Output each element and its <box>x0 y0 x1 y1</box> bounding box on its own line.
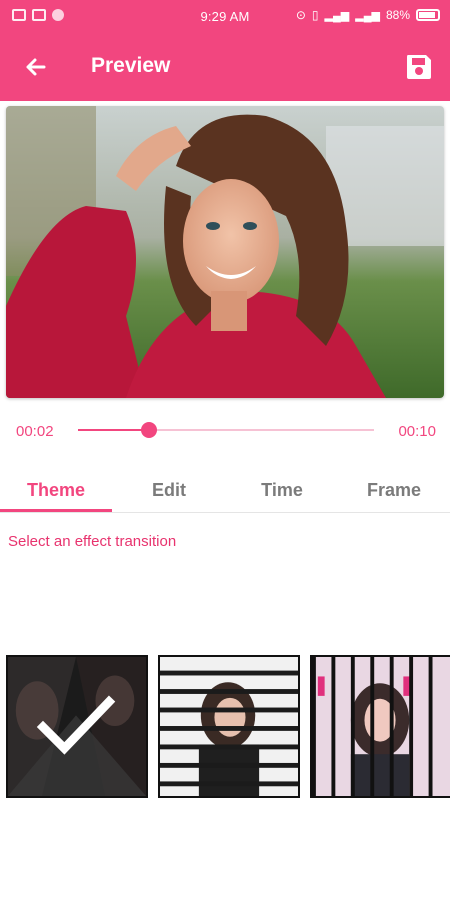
tab-frame[interactable]: Frame <box>338 470 450 512</box>
effect-item-2[interactable] <box>158 655 300 798</box>
tab-theme[interactable]: Theme <box>0 470 112 512</box>
page-title: Preview <box>91 54 171 77</box>
tab-bar: Theme Edit Time Frame <box>0 470 450 512</box>
save-button[interactable] <box>402 50 436 84</box>
status-bar: 9:29 AM ⊙ ▯ ▂▄▆ ▂▄▆ 88% <box>0 0 450 32</box>
video-preview[interactable] <box>6 106 444 398</box>
effect-item-3[interactable] <box>310 655 450 798</box>
seek-thumb[interactable] <box>141 422 158 438</box>
current-time: 00:02 <box>16 423 54 440</box>
tab-divider <box>0 512 450 513</box>
total-time: 00:10 <box>398 423 436 440</box>
app-bar: 9:29 AM ⊙ ▯ ▂▄▆ ▂▄▆ 88% Preview <box>0 0 450 101</box>
effect-hint: Select an effect transition <box>8 533 177 550</box>
tab-edit[interactable]: Edit <box>113 470 225 512</box>
save-icon <box>407 55 431 79</box>
app-root: 9:29 AM ⊙ ▯ ▂▄▆ ▂▄▆ 88% Preview 00:02 00… <box>0 0 450 900</box>
back-button[interactable] <box>20 52 50 82</box>
arrow-left-icon <box>26 58 46 76</box>
phone-icon: ▯ <box>311 8 319 22</box>
signal-icon-2: ▂▄▆ <box>355 9 380 22</box>
seek-progress <box>78 429 150 431</box>
battery-percent: 88% <box>385 8 410 22</box>
signal-icon: ▂▄▆ <box>324 9 350 22</box>
status-icons-right: ⊙ ▯ ▂▄▆ ▂▄▆ 88% <box>296 8 440 22</box>
seek-bar[interactable] <box>78 422 374 438</box>
effect-item-1[interactable] <box>6 655 148 798</box>
tab-time[interactable]: Time <box>226 470 338 512</box>
alarm-icon: ⊙ <box>295 8 306 22</box>
playback-controls: 00:02 00:10 <box>0 415 450 445</box>
effect-list <box>0 655 450 800</box>
battery-icon <box>416 9 440 21</box>
toolbar: Preview <box>0 32 450 101</box>
